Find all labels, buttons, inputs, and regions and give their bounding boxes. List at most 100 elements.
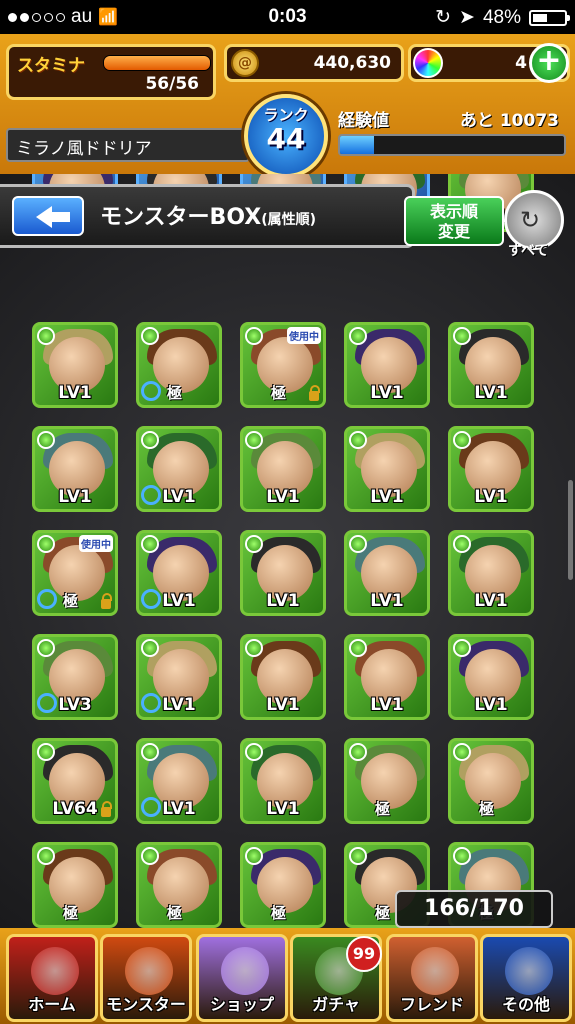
header: スタミナ 56/56 @ 440,630 4 + ミラノ風ドドリア ランク 44… — [0, 34, 575, 178]
ability-ring-icon — [141, 797, 161, 817]
stamina-panel: スタミナ 56/56 — [6, 44, 216, 100]
refresh-icon: ↻ — [520, 206, 541, 234]
nav-friend-handshake[interactable]: フレンド — [386, 934, 478, 1022]
element-icon — [37, 639, 55, 657]
rotation-lock-icon: ↻ — [435, 7, 452, 28]
monster-card[interactable]: 極 — [136, 842, 222, 928]
monster-card[interactable]: LV1 — [32, 322, 118, 408]
friend-handshake-icon — [411, 947, 459, 995]
element-icon — [453, 847, 471, 865]
coin-icon: @ — [231, 49, 259, 77]
nav-shop-orb[interactable]: ショップ — [196, 934, 288, 1022]
max-level-mark: 極 — [271, 384, 287, 402]
monster-grid[interactable]: LV1LV1極LV1LV1LV1極極使用中LV1LV1LV1LV1LV1LV1L… — [0, 174, 575, 928]
element-icon — [349, 743, 367, 761]
monster-card[interactable]: LV3 — [32, 634, 118, 720]
exp-bar — [338, 134, 566, 156]
monster-card[interactable]: LV1 — [344, 634, 430, 720]
monster-icon — [125, 947, 173, 995]
element-icon — [245, 535, 263, 553]
box-count: 166/170 — [395, 890, 553, 928]
player-name-box: ミラノ風ドドリア — [6, 128, 250, 162]
in-use-badge: 使用中 — [79, 535, 113, 552]
orb-value: 4 — [515, 53, 527, 73]
nav-monster[interactable]: モンスター — [100, 934, 192, 1022]
coin-value: 440,630 — [313, 53, 391, 73]
buy-orbs-button[interactable]: + — [529, 43, 569, 83]
monster-card[interactable]: 極 使用中 — [32, 530, 118, 616]
back-arrow-icon — [36, 206, 70, 228]
exp-remaining: あと 10073 — [459, 111, 559, 131]
nav-home[interactable]: ホーム — [6, 934, 98, 1022]
nav-label: モンスター — [106, 995, 186, 1014]
status-right: ↻ ➤ 48% — [435, 6, 570, 29]
monster-card[interactable]: 極 使用中 — [240, 322, 326, 408]
monster-level: LV1 — [370, 695, 404, 715]
monster-card[interactable]: LV1 — [448, 322, 534, 408]
monster-level: LV1 — [266, 799, 300, 819]
lock-icon — [101, 593, 112, 609]
stamina-fill — [104, 56, 210, 70]
monster-card[interactable]: LV1 — [448, 426, 534, 512]
monster-card[interactable]: LV1 — [136, 738, 222, 824]
monster-card[interactable]: 極 — [32, 842, 118, 928]
sort-order-button[interactable]: 表示順 変更 — [404, 196, 504, 246]
rank-badge[interactable]: ランク 44 — [244, 94, 328, 178]
location-icon: ➤ — [459, 7, 475, 28]
monster-card[interactable]: 極 — [344, 738, 430, 824]
lock-icon — [309, 385, 320, 401]
scrollbar[interactable] — [568, 480, 573, 580]
rank-value: 44 — [266, 122, 306, 155]
element-icon — [245, 847, 263, 865]
monster-card[interactable]: 極 — [136, 322, 222, 408]
monster-card[interactable]: LV1 — [240, 634, 326, 720]
max-level-mark: 極 — [375, 904, 391, 922]
monster-level: LV1 — [58, 487, 92, 507]
lock-icon — [101, 801, 112, 817]
monster-level: LV1 — [370, 383, 404, 403]
monster-level: LV1 — [474, 487, 508, 507]
nav-label: ガチャ — [312, 995, 360, 1014]
back-button[interactable] — [12, 196, 84, 236]
element-icon — [349, 847, 367, 865]
element-icon — [37, 327, 55, 345]
monster-card[interactable]: LV1 — [240, 426, 326, 512]
ability-ring-icon — [37, 693, 57, 713]
monster-card[interactable]: 極 — [240, 842, 326, 928]
monster-card[interactable]: LV1 — [240, 530, 326, 616]
element-icon — [453, 431, 471, 449]
ability-ring-icon — [37, 589, 57, 609]
status-bar: au 📶 0:03 ↻ ➤ 48% — [0, 0, 575, 34]
nav-label: フレンド — [399, 995, 464, 1014]
exp-fill — [340, 136, 374, 154]
monster-card[interactable]: LV1 — [448, 634, 534, 720]
element-icon — [141, 743, 159, 761]
monster-card[interactable]: LV1 — [344, 426, 430, 512]
monster-card[interactable]: LV1 — [136, 426, 222, 512]
element-icon — [453, 535, 471, 553]
max-level-mark: 極 — [271, 904, 287, 922]
nav-label: ホーム — [28, 995, 76, 1014]
monster-card[interactable]: LV1 — [32, 426, 118, 512]
element-icon — [349, 639, 367, 657]
element-icon — [141, 847, 159, 865]
max-level-mark: 極 — [479, 800, 495, 818]
monster-level: LV1 — [266, 487, 300, 507]
monster-card[interactable]: LV1 — [344, 530, 430, 616]
element-icon — [141, 327, 159, 345]
element-icon — [453, 327, 471, 345]
box-title: モンスターBOX(属性順) — [100, 199, 316, 231]
monster-card[interactable]: LV64 — [32, 738, 118, 824]
monster-card[interactable]: LV1 — [136, 634, 222, 720]
sort-label-2: 変更 — [437, 222, 470, 241]
monster-card[interactable]: LV1 — [240, 738, 326, 824]
box-title-sort: (属性順) — [261, 212, 317, 228]
element-icon — [37, 535, 55, 553]
element-icon — [141, 639, 159, 657]
monster-card[interactable]: LV1 — [448, 530, 534, 616]
monster-card[interactable]: LV1 — [136, 530, 222, 616]
monster-card[interactable]: LV1 — [344, 322, 430, 408]
nav-other-radar[interactable]: その他 — [480, 934, 572, 1022]
max-level-mark: 極 — [375, 800, 391, 818]
monster-card[interactable]: 極 — [448, 738, 534, 824]
